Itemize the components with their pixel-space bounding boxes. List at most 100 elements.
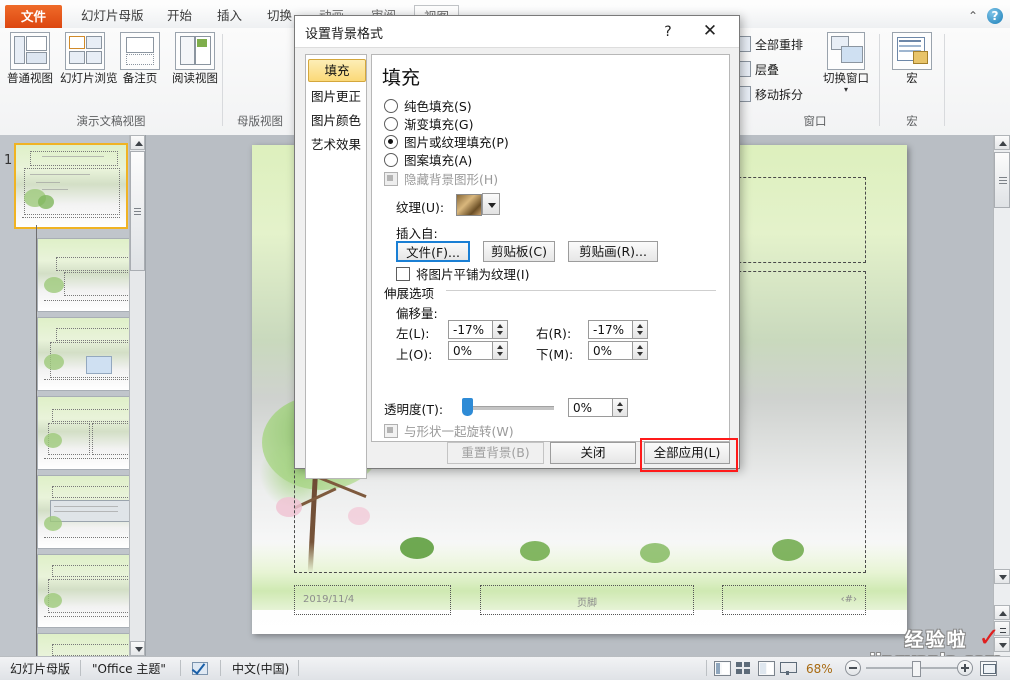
button-reading-view[interactable]: 阅读视图 (170, 32, 220, 84)
zoom-in-button[interactable] (957, 660, 973, 676)
macro-icon (892, 32, 932, 70)
next-slide-button[interactable] (994, 637, 1010, 652)
spellcheck-icon[interactable] (192, 661, 210, 677)
view-button-reading[interactable] (758, 661, 775, 676)
transparency-value: 0% (573, 401, 592, 415)
scroll-page-button[interactable] (994, 621, 1010, 636)
list-item[interactable] (37, 475, 141, 549)
offset-top-value: 0% (453, 344, 472, 358)
dialog-nav-list[interactable]: 填充 图片更正 图片颜色 艺术效果 (305, 54, 367, 479)
offset-left-input[interactable]: -17% (448, 320, 508, 339)
spinner-icon[interactable] (632, 321, 647, 338)
list-item[interactable] (37, 554, 141, 628)
scrollbar-thumb[interactable] (994, 152, 1010, 208)
list-item[interactable] (37, 633, 141, 656)
button-arrange-all[interactable]: 全部重排 (734, 34, 803, 56)
slide-number-placeholder[interactable]: ‹#› (722, 585, 866, 615)
footer-placeholder-text: 页脚 (481, 594, 693, 609)
zoom-out-button[interactable] (845, 660, 861, 676)
close-icon[interactable]: ✕ (695, 21, 725, 43)
transparency-slider-track[interactable] (464, 406, 554, 410)
button-normal-view[interactable]: 普通视图 (5, 32, 55, 84)
spinner-icon[interactable] (492, 321, 507, 338)
ribbon-group-macro: 宏 宏 (880, 28, 944, 132)
spinner-icon[interactable] (612, 399, 627, 416)
panel-heading: 填充 (382, 63, 420, 90)
texture-swatch-icon[interactable] (456, 194, 482, 216)
scrollbar-thumb[interactable] (130, 151, 145, 271)
nav-item-picture-correct[interactable]: 图片更正 (308, 85, 364, 108)
scroll-up-icon[interactable] (994, 135, 1010, 150)
checkbox-tile-picture-as-texture[interactable]: 将图片平铺为纹理(I) (396, 266, 529, 284)
view-button-slide-sorter[interactable] (736, 661, 753, 676)
dialog-fill-panel: 填充 纯色填充(S) 渐变填充(G) 图片或纹理填充(P) 图案填充(A) 隐藏… (371, 54, 730, 442)
offset-bottom-input[interactable]: 0% (588, 341, 648, 360)
button-macro[interactable]: 宏 (887, 32, 937, 84)
previous-slide-button[interactable] (994, 605, 1010, 620)
thumbnail-scrollbar[interactable] (129, 135, 145, 656)
footer-placeholder[interactable]: 页脚 (480, 585, 694, 615)
tab-home[interactable]: 开始 (158, 5, 201, 27)
radio-solid-fill[interactable]: 纯色填充(S) (384, 98, 472, 116)
button-reset-background: 重置背景(B) (447, 442, 544, 464)
button-close[interactable]: 关闭 (550, 442, 636, 464)
scroll-down-icon[interactable] (994, 569, 1010, 584)
ribbon-group-window-label: 窗口 (740, 113, 890, 129)
collapse-ribbon-icon[interactable]: ⌃ (968, 9, 978, 23)
transparency-input[interactable]: 0% (568, 398, 628, 417)
nav-item-artistic-effects[interactable]: 艺术效果 (308, 133, 364, 156)
list-item[interactable] (37, 396, 141, 470)
dialog-help-icon[interactable]: ? (655, 21, 681, 43)
format-background-dialog[interactable]: 设置背景格式 ? ✕ 填充 图片更正 图片颜色 艺术效果 填充 纯色填充(S) … (294, 15, 740, 469)
checkbox-tile-picture-as-texture-label: 将图片平铺为纹理(I) (416, 267, 529, 282)
status-theme-name: "Office 主题" (92, 661, 166, 677)
list-item[interactable] (37, 317, 141, 391)
button-move-split-label: 移动拆分 (755, 88, 803, 102)
view-button-slideshow[interactable] (780, 661, 797, 676)
scroll-down-icon[interactable] (130, 641, 145, 656)
list-item[interactable] (14, 143, 128, 229)
transparency-label: 透明度(T): (384, 399, 443, 418)
button-cascade[interactable]: 层叠 (734, 59, 779, 81)
transparency-slider-knob[interactable] (462, 398, 473, 416)
tab-slide-master[interactable]: 幻灯片母版 (72, 5, 153, 27)
button-slide-sorter[interactable]: 幻灯片浏览 (60, 32, 110, 84)
date-placeholder-text: 2019/11/4 (303, 594, 354, 605)
canvas-scrollbar[interactable] (993, 135, 1010, 656)
tab-insert[interactable]: 插入 (208, 5, 251, 27)
radio-picture-texture-fill[interactable]: 图片或纹理填充(P) (384, 134, 509, 152)
spinner-icon[interactable] (632, 342, 647, 359)
zoom-slider-knob[interactable] (912, 661, 921, 677)
button-notes-page[interactable]: 备注页 (115, 32, 165, 84)
status-divider (298, 660, 299, 676)
date-placeholder[interactable]: 2019/11/4 (294, 585, 451, 615)
list-item[interactable] (37, 238, 141, 312)
radio-pattern-fill[interactable]: 图案填充(A) (384, 152, 472, 170)
status-divider (80, 660, 81, 676)
view-button-normal[interactable] (714, 661, 731, 676)
fit-slide-icon[interactable] (980, 661, 997, 676)
button-switch-windows[interactable]: 切换窗口 ▾ (820, 32, 872, 94)
texture-dropdown-button[interactable] (482, 193, 500, 215)
radio-gradient-fill-label: 渐变填充(G) (404, 117, 473, 132)
scroll-up-icon[interactable] (130, 135, 145, 150)
slide-thumbnail-pane[interactable]: 1 (0, 135, 146, 656)
button-insert-from-file[interactable]: 文件(F)... (396, 241, 470, 262)
nav-item-fill[interactable]: 填充 (308, 59, 366, 82)
button-move-split[interactable]: 移动拆分 (734, 84, 803, 106)
status-language[interactable]: 中文(中国) (232, 661, 289, 677)
dialog-title-bar[interactable]: 设置背景格式 ? ✕ (295, 16, 739, 48)
button-insert-from-clipart[interactable]: 剪贴画(R)... (568, 241, 658, 262)
offset-top-input[interactable]: 0% (448, 341, 508, 360)
help-icon[interactable]: ? (987, 8, 1003, 24)
radio-gradient-fill[interactable]: 渐变填充(G) (384, 116, 473, 134)
chevron-down-icon[interactable]: ▾ (820, 85, 872, 94)
spinner-icon[interactable] (492, 342, 507, 359)
zoom-level[interactable]: 68% (806, 661, 833, 677)
offset-right-input[interactable]: -17% (588, 320, 648, 339)
button-insert-from-clipboard[interactable]: 剪贴板(C) (483, 241, 555, 262)
nav-item-picture-color[interactable]: 图片颜色 (308, 109, 364, 132)
tab-file[interactable]: 文件 (5, 5, 62, 28)
offset-right-label: 右(R): (536, 323, 571, 342)
status-view-name: 幻灯片母版 (10, 661, 70, 677)
